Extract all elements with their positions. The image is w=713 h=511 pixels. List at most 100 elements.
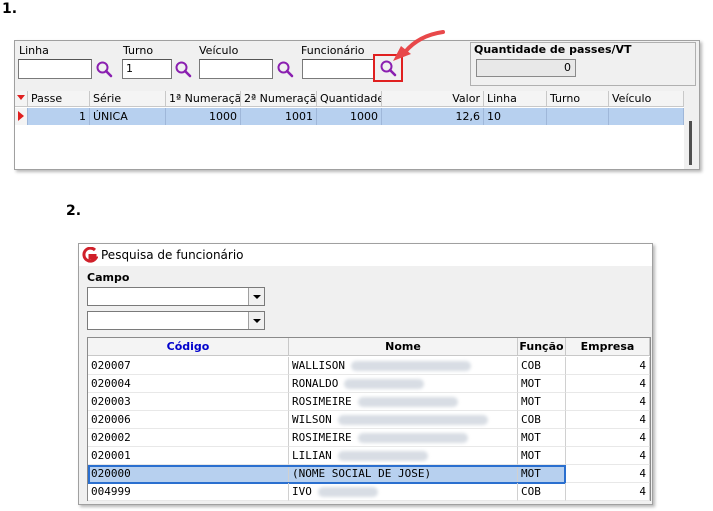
table-cell[interactable]: 4 xyxy=(566,375,650,393)
passes-grid: Passe Série 1ª Numeração 2ª Numeração Qu… xyxy=(15,91,684,169)
table-cell[interactable]: MOT xyxy=(518,429,566,447)
col-nome[interactable]: Nome xyxy=(289,338,518,356)
turno-input[interactable]: 1 xyxy=(122,59,172,79)
table-cell[interactable]: 020000 xyxy=(88,465,289,483)
scrollbar-thumb[interactable] xyxy=(689,121,692,165)
table-cell[interactable]: 020002 xyxy=(88,429,289,447)
table-cell[interactable]: COB xyxy=(518,411,566,429)
table-cell[interactable]: 020004 xyxy=(88,375,289,393)
cell-text-funcao: MOT xyxy=(521,377,541,390)
col-passe[interactable]: Passe xyxy=(28,91,90,107)
chevron-down-icon[interactable] xyxy=(248,288,264,305)
pointer-arrow-icon xyxy=(393,30,445,61)
cell-text-funcao: MOT xyxy=(521,431,541,444)
cell-text-nome: ROSIMEIRE xyxy=(292,395,352,408)
col-valor[interactable]: Valor xyxy=(382,91,484,107)
cell-text-nome: WILSON xyxy=(292,413,332,426)
turno-label: Turno xyxy=(123,44,154,57)
table-cell[interactable]: RONALDO xyxy=(289,375,518,393)
funcionario-search-window: Pesquisa de funcionário Campo Código Nom… xyxy=(78,243,653,505)
col-linha[interactable]: Linha xyxy=(484,91,547,107)
table-cell[interactable]: COB xyxy=(518,483,566,501)
table-cell[interactable]: 020001 xyxy=(88,447,289,465)
table-cell[interactable]: (NOME SOCIAL DE JOSE) xyxy=(289,465,518,483)
cell-text-codigo: 020006 xyxy=(91,413,131,426)
linha-input[interactable] xyxy=(18,59,92,79)
cell-text-nome: IVO xyxy=(292,485,312,498)
table-cell[interactable]: 4 xyxy=(566,357,650,375)
campo-select[interactable] xyxy=(87,287,265,306)
col-funcao[interactable]: Função xyxy=(518,338,566,356)
campo-label: Campo xyxy=(87,271,130,284)
cell-text-nome: WALLISON xyxy=(292,359,345,372)
cell-text-nome: LILIAN xyxy=(292,449,332,462)
col-turno[interactable]: Turno xyxy=(547,91,609,107)
redacted-surname xyxy=(337,451,428,461)
turno-search-icon[interactable] xyxy=(174,60,192,78)
cell-text-empresa: 4 xyxy=(639,377,646,390)
funcionario-grid: Código Nome Função Empresa 020007 WALLISO… xyxy=(87,337,651,501)
cell-text-empresa: 4 xyxy=(639,359,646,372)
table-cell[interactable]: 1 xyxy=(28,108,90,125)
table-cell[interactable]: 4 xyxy=(566,465,650,483)
table-cell[interactable]: 4 xyxy=(566,483,650,501)
table-cell[interactable]: 4 xyxy=(566,447,650,465)
col-num2[interactable]: 2ª Numeração xyxy=(241,91,317,107)
table-cell[interactable]: ÚNICA xyxy=(90,108,166,125)
cell-text-funcao: MOT xyxy=(521,467,541,480)
quantidade-label: Quantidade de passes/VT xyxy=(474,43,632,56)
cell-text-empresa: 4 xyxy=(639,449,646,462)
cell-text-empresa: 4 xyxy=(639,485,646,498)
table-cell[interactable] xyxy=(609,108,684,125)
redacted-surname xyxy=(337,415,488,425)
table-cell[interactable] xyxy=(547,108,609,125)
table-cell[interactable]: COB xyxy=(518,357,566,375)
table-cell[interactable]: ROSIMEIRE xyxy=(289,429,518,447)
cell-text-codigo: 020001 xyxy=(91,449,131,462)
table-cell[interactable]: 4 xyxy=(566,393,650,411)
redacted-surname xyxy=(317,487,378,497)
veiculo-label: Veículo xyxy=(199,44,239,57)
table-cell[interactable]: WALLISON xyxy=(289,357,518,375)
col-quantidade[interactable]: Quantidade xyxy=(317,91,382,107)
redacted-surname xyxy=(350,361,471,371)
veiculo-search-icon[interactable] xyxy=(276,60,294,78)
funcionario-input[interactable] xyxy=(302,59,374,79)
table-cell[interactable]: ROSIMEIRE xyxy=(289,393,518,411)
chevron-down-icon[interactable] xyxy=(248,312,264,329)
table-cell[interactable]: 1001 xyxy=(241,108,317,125)
cell-text-nome: RONALDO xyxy=(292,377,339,390)
table-cell[interactable]: 4 xyxy=(566,429,650,447)
col-num1[interactable]: 1ª Numeração xyxy=(166,91,241,107)
veiculo-input[interactable] xyxy=(199,59,273,79)
funcionario-label: Funcionário xyxy=(301,44,365,57)
col-serie[interactable]: Série xyxy=(90,91,166,107)
grid-scrollbar[interactable] xyxy=(684,91,698,168)
col-veiculo[interactable]: Veículo xyxy=(609,91,684,107)
col-empresa[interactable]: Empresa xyxy=(566,338,650,356)
table-cell[interactable]: 020006 xyxy=(88,411,289,429)
table-cell[interactable]: IVO xyxy=(289,483,518,501)
app-logo-icon xyxy=(82,247,98,263)
table-cell[interactable]: 12,6 xyxy=(382,108,484,125)
table-cell[interactable]: MOT xyxy=(518,375,566,393)
table-cell[interactable]: 020003 xyxy=(88,393,289,411)
table-cell[interactable]: 10 xyxy=(484,108,547,125)
col-codigo[interactable]: Código xyxy=(88,338,289,356)
table-cell[interactable]: MOT xyxy=(518,447,566,465)
window-title: Pesquisa de funcionário xyxy=(101,248,244,262)
table-cell[interactable]: 4 xyxy=(566,411,650,429)
row-indicator xyxy=(15,108,28,125)
step-2-label: 2. xyxy=(66,203,82,219)
linha-search-icon[interactable] xyxy=(95,60,113,78)
table-cell[interactable]: 020007 xyxy=(88,357,289,375)
operator-select[interactable] xyxy=(87,311,265,330)
table-cell[interactable]: 004999 xyxy=(88,483,289,501)
table-cell[interactable]: MOT xyxy=(518,393,566,411)
linha-label: Linha xyxy=(19,44,49,57)
table-cell[interactable]: WILSON xyxy=(289,411,518,429)
table-cell[interactable]: 1000 xyxy=(166,108,241,125)
table-cell[interactable]: 1000 xyxy=(317,108,382,125)
table-cell[interactable]: MOT xyxy=(518,465,566,483)
table-cell[interactable]: LILIAN xyxy=(289,447,518,465)
